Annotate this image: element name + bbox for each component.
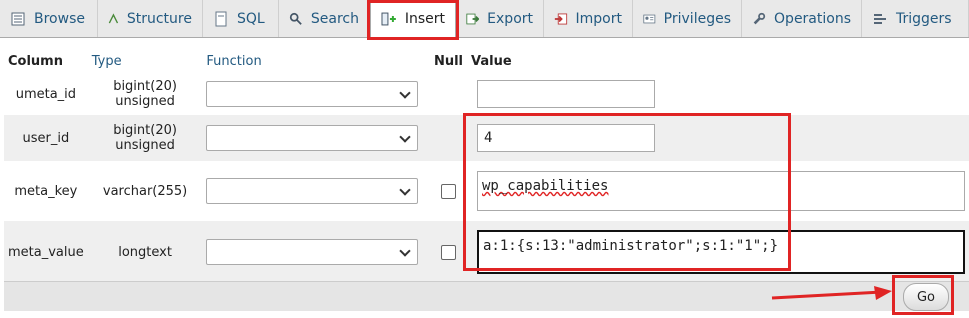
pointer-arrow (771, 286, 892, 300)
table-row: meta_key varchar(255) wp_capabilities (4, 161, 969, 221)
tab-structure[interactable]: Structure (98, 0, 203, 37)
table-row: user_id bigint(20) unsigned 4 (4, 115, 969, 161)
tab-browse[interactable]: Browse (0, 0, 98, 37)
tab-export[interactable]: Export (456, 0, 544, 37)
value-textarea[interactable]: wp_capabilities (477, 171, 965, 211)
sql-icon (215, 11, 227, 26)
insert-form-table: Column Type Function Null Value umeta_id… (4, 49, 969, 283)
tab-label: SQL (237, 10, 265, 27)
go-button[interactable]: Go (903, 283, 949, 311)
table-tabs: Browse Structure SQL Search Insert Expor… (0, 0, 969, 38)
function-header[interactable]: Function (202, 49, 430, 73)
null-checkbox[interactable] (440, 244, 456, 260)
tab-triggers[interactable]: Triggers (862, 0, 969, 37)
null-checkbox[interactable] (440, 183, 456, 199)
value-input[interactable] (477, 80, 655, 108)
browse-icon (11, 12, 25, 25)
structure-icon (108, 12, 119, 23)
column-name: umeta_id (4, 73, 88, 115)
header-row: Column Type Function Null Value (4, 49, 969, 73)
column-type: bigint(20) unsigned (87, 73, 203, 115)
column-name: user_id (4, 115, 88, 161)
tab-label: Triggers (896, 10, 952, 27)
function-select[interactable] (206, 239, 419, 265)
tab-label: Privileges (663, 10, 731, 27)
column-name: meta_value (4, 221, 88, 283)
function-select[interactable] (206, 178, 419, 204)
table-row: umeta_id bigint(20) unsigned (4, 73, 969, 115)
tab-label: Export (487, 10, 533, 27)
tab-sql[interactable]: SQL (203, 0, 279, 37)
value-text: wp_capabilities (482, 178, 609, 194)
tab-insert[interactable]: Insert (370, 0, 456, 38)
function-select[interactable] (206, 81, 419, 107)
value-header: Value (467, 49, 969, 73)
export-icon (466, 13, 480, 24)
column-type: bigint(20) unsigned (87, 115, 203, 161)
tab-privileges[interactable]: Privileges (633, 0, 742, 37)
triggers-icon (874, 13, 886, 24)
tab-operations[interactable]: Operations (742, 0, 862, 37)
value-textarea[interactable]: a:1:{s:13:"administrator";s:1:"1";} (477, 230, 965, 274)
column-type: varchar(255) (87, 161, 203, 221)
search-icon (289, 12, 302, 25)
function-select[interactable] (206, 125, 419, 151)
privileges-icon (643, 14, 656, 23)
tab-import[interactable]: Import (544, 0, 633, 37)
table-row: meta_value longtext a:1:{s:13:"administr… (4, 221, 969, 283)
tab-label: Structure (126, 10, 192, 27)
tab-label: Operations (774, 10, 851, 27)
null-header: Null (429, 49, 467, 73)
value-input[interactable]: 4 (477, 124, 655, 152)
column-name: meta_key (4, 161, 88, 221)
tab-search[interactable]: Search (279, 0, 370, 37)
wrench-icon (753, 12, 766, 24)
tab-label: Browse (34, 10, 85, 27)
column-header: Column (4, 49, 88, 73)
import-icon (554, 13, 568, 24)
tab-label: Insert (404, 11, 445, 27)
insert-icon (381, 12, 396, 26)
tab-label: Search (310, 10, 359, 27)
column-type: longtext (87, 221, 203, 283)
type-header[interactable]: Type (87, 49, 203, 73)
tab-label: Import (575, 10, 622, 27)
